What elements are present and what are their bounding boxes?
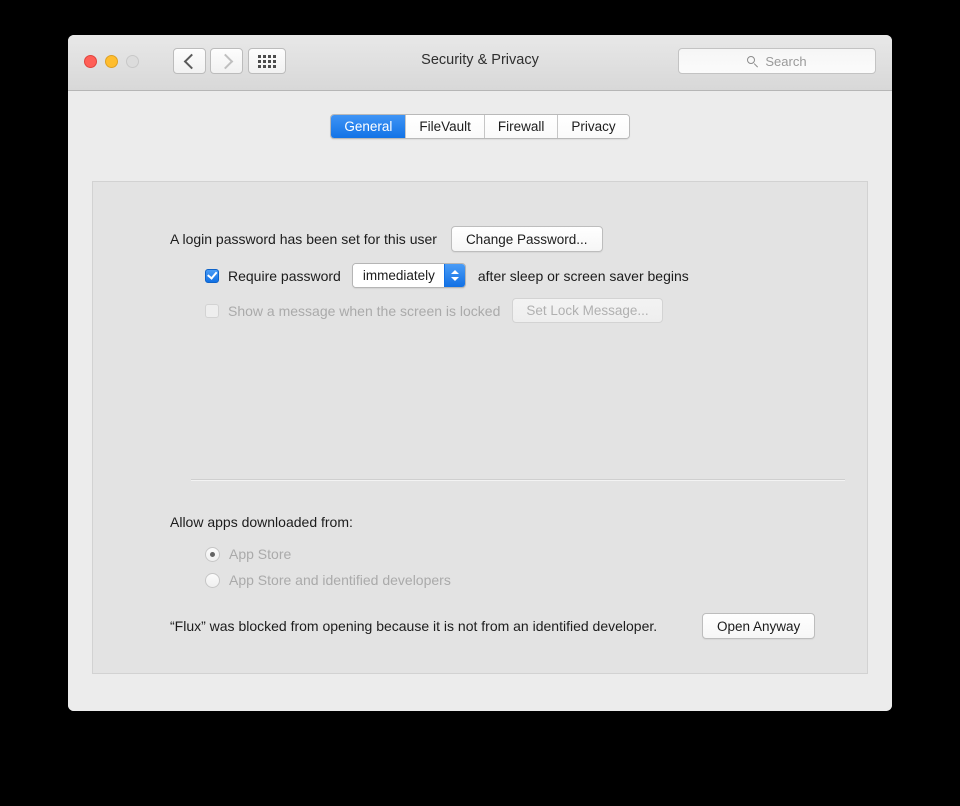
radio-identified-developers-label: App Store and identified developers	[229, 572, 451, 588]
allow-apps-option-identified-developers: App Store and identified developers	[205, 572, 451, 588]
tab-firewall[interactable]: Firewall	[484, 115, 559, 138]
login-password-row: A login password has been set for this u…	[170, 226, 603, 252]
allow-apps-option-app-store: App Store	[205, 546, 291, 562]
radio-app-store	[205, 546, 220, 562]
search-icon	[747, 55, 758, 67]
radio-app-store-label: App Store	[229, 546, 292, 562]
search-field[interactable]: Search	[678, 48, 876, 74]
login-password-label: A login password has been set for this u…	[170, 231, 437, 247]
allow-apps-heading-row: Allow apps downloaded from:	[170, 514, 353, 530]
tab-privacy[interactable]: Privacy	[558, 115, 629, 138]
window-footer: Click the lock to make changes. Advanced…	[68, 699, 892, 711]
lock-message-row: Show a message when the screen is locked…	[205, 298, 663, 323]
tab-general[interactable]: General	[331, 115, 407, 138]
window-titlebar: Security & Privacy Search	[68, 35, 892, 91]
require-password-delay-value: immediately	[352, 264, 444, 287]
window-body: General FileVault Firewall Privacy A log…	[68, 91, 892, 711]
security-privacy-window: Security & Privacy Search General FileVa…	[68, 35, 892, 711]
blocked-app-message: “Flux” was blocked from opening because …	[170, 618, 658, 634]
section-divider	[191, 479, 845, 481]
chevron-down-icon	[450, 277, 459, 281]
open-anyway-button[interactable]: Open Anyway	[702, 613, 816, 639]
search-placeholder: Search	[765, 53, 807, 69]
chevron-up-icon	[450, 270, 459, 274]
require-password-row: Require password immediately after sleep…	[205, 263, 689, 288]
tab-filevault[interactable]: FileVault	[406, 115, 485, 138]
set-lock-message-button: Set Lock Message...	[512, 298, 663, 323]
allow-apps-heading: Allow apps downloaded from:	[170, 514, 353, 530]
stepper-arrows-icon[interactable]	[443, 264, 465, 287]
require-password-checkbox[interactable]	[205, 268, 219, 283]
show-lock-message-label: Show a message when the screen is locked	[228, 302, 501, 319]
require-password-label: Require password	[228, 267, 341, 284]
require-password-delay-popup[interactable]: immediately	[351, 263, 466, 288]
radio-identified-developers	[205, 572, 220, 588]
tab-bar: General FileVault Firewall Privacy	[68, 114, 892, 139]
general-pane: A login password has been set for this u…	[92, 181, 868, 674]
screen: Security & Privacy Search General FileVa…	[0, 0, 960, 806]
show-lock-message-checkbox[interactable]	[205, 303, 219, 318]
require-password-suffix-label: after sleep or screen saver begins	[477, 267, 689, 284]
change-password-button[interactable]: Change Password...	[450, 226, 603, 252]
